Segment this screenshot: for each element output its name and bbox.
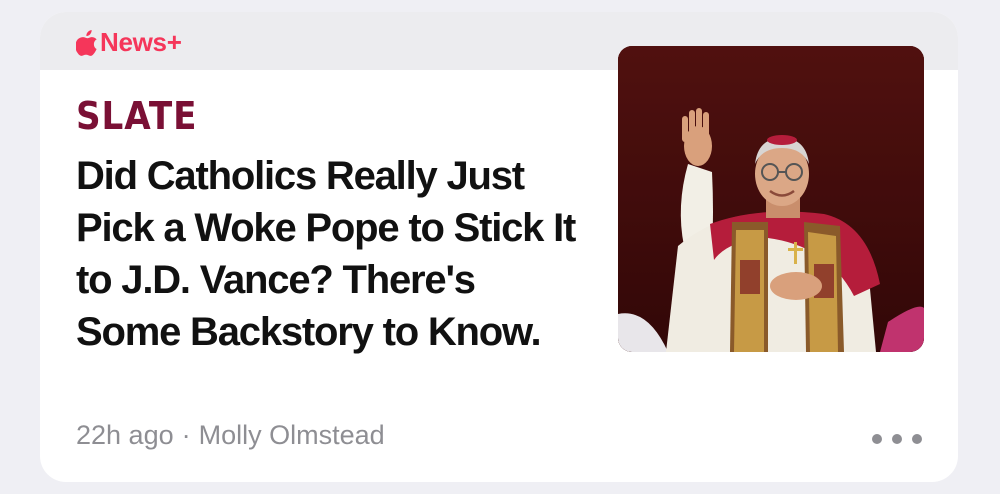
headline[interactable]: Did Catholics Really Just Pick a Woke Po… bbox=[76, 150, 606, 358]
headline-line: Some Backstory to Know. bbox=[76, 310, 542, 354]
apple-logo-icon bbox=[76, 29, 97, 56]
article-author: Molly Olmstead bbox=[198, 420, 385, 450]
article-age: 22h ago bbox=[76, 420, 174, 450]
publisher-name: SLATE bbox=[76, 94, 198, 138]
meta-separator: · bbox=[181, 420, 191, 450]
ellipsis-icon bbox=[872, 434, 882, 444]
brand-label: News+ bbox=[100, 27, 182, 57]
news-plus-brand: News+ bbox=[76, 27, 182, 58]
photo-thumbnail bbox=[618, 46, 924, 352]
ellipsis-icon bbox=[892, 434, 902, 444]
article-meta: 22h ago · Molly Olmstead bbox=[76, 420, 385, 451]
news-card[interactable]: News+ SLATE Did Catholics Really Just Pi… bbox=[40, 12, 958, 482]
headline-line: Did Catholics Really Just bbox=[76, 154, 525, 198]
headline-line: to J.D. Vance? There's bbox=[76, 258, 476, 302]
more-options-button[interactable] bbox=[872, 424, 922, 454]
ellipsis-icon bbox=[912, 434, 922, 444]
headline-line: Pick a Woke Pope to Stick It bbox=[76, 206, 576, 250]
article-thumbnail[interactable] bbox=[618, 46, 924, 352]
